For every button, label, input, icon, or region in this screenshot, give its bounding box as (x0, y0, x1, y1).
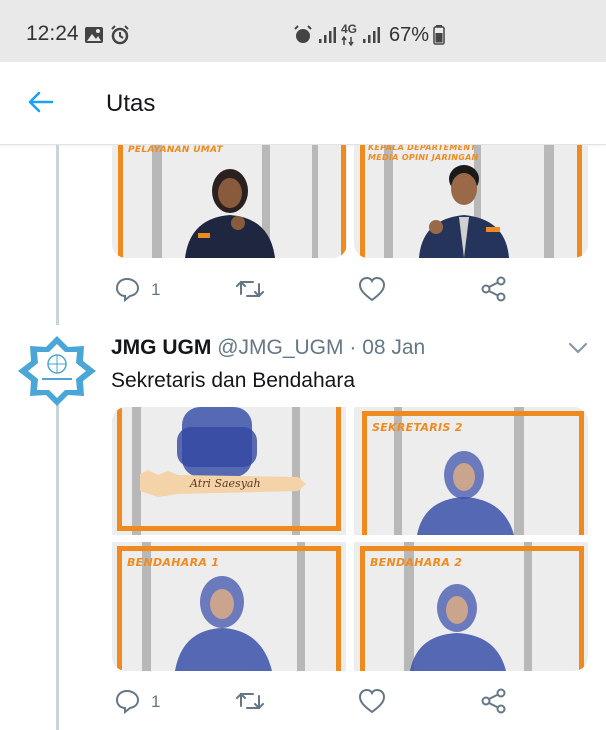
network-type: 4G (341, 22, 358, 36)
tweet-header: JMG UGM @JMG_UGM · 08 Jan (111, 336, 425, 360)
status-bar: 12:24 4G 67% (0, 0, 606, 62)
person-photo (175, 576, 272, 671)
tweet-photo-4[interactable]: BENDAHARA 2 (354, 542, 588, 671)
gallery-icon (85, 27, 103, 43)
battery-level: 67% (389, 24, 430, 46)
person-photo (410, 584, 506, 671)
share-icon[interactable] (481, 276, 507, 302)
alarm-clock-icon (111, 25, 129, 45)
page-title: Utas (106, 90, 156, 117)
like-icon[interactable] (358, 276, 386, 302)
photo-caption: BENDAHARA 1 (127, 556, 220, 569)
person-photo (185, 169, 275, 258)
signal-2-icon (363, 27, 380, 43)
photo-caption: PELAYANAN UMAT (128, 145, 223, 155)
person-photo (419, 165, 509, 258)
date-separator: · (343, 336, 363, 359)
like-icon[interactable] (358, 688, 386, 714)
signal-icon (319, 27, 336, 43)
prev-tweet-photo-2[interactable]: KEPALA DEPARTEMENT MEDIA OPINI JARINGAN (354, 145, 588, 258)
reply-count: 1 (151, 280, 161, 299)
tweet-date[interactable]: 08 Jan (362, 336, 425, 359)
status-time: 12:24 (26, 22, 79, 45)
avatar[interactable] (16, 334, 98, 408)
app-bar: Utas (0, 62, 606, 145)
author-handle[interactable]: @JMG_UGM (217, 336, 343, 359)
thread-line-top (56, 145, 59, 325)
prev-tweet-photo-1[interactable]: PELAYANAN UMAT (112, 145, 347, 258)
chevron-down-icon[interactable] (568, 341, 588, 355)
tweet-photo-3[interactable]: BENDAHARA 1 (112, 542, 346, 671)
retweet-icon[interactable] (235, 688, 265, 714)
person-photo (417, 451, 514, 535)
tweet-photo-1[interactable]: Atri Saesyah (112, 407, 346, 535)
person-photo (177, 407, 257, 477)
reply-icon[interactable] (114, 688, 140, 714)
photo-caption: BENDAHARA 2 (370, 556, 463, 569)
signature-text: Atri Saesyah (190, 477, 261, 490)
data-arrows-icon (341, 36, 354, 46)
reply-count: 1 (151, 692, 161, 711)
tweet-photo-2[interactable]: SEKRETARIS 2 (354, 407, 588, 535)
alarm-icon (294, 25, 312, 43)
battery-icon (433, 25, 445, 45)
share-icon[interactable] (481, 688, 507, 714)
reply-icon[interactable] (114, 276, 140, 302)
tweet-text: Sekretaris dan Bendahara (111, 369, 355, 392)
thread-line-bottom (56, 405, 59, 730)
retweet-icon[interactable] (235, 276, 265, 302)
photo-caption: SEKRETARIS 2 (372, 421, 463, 434)
back-arrow-icon[interactable] (26, 88, 54, 116)
author-name[interactable]: JMG UGM (111, 336, 211, 359)
